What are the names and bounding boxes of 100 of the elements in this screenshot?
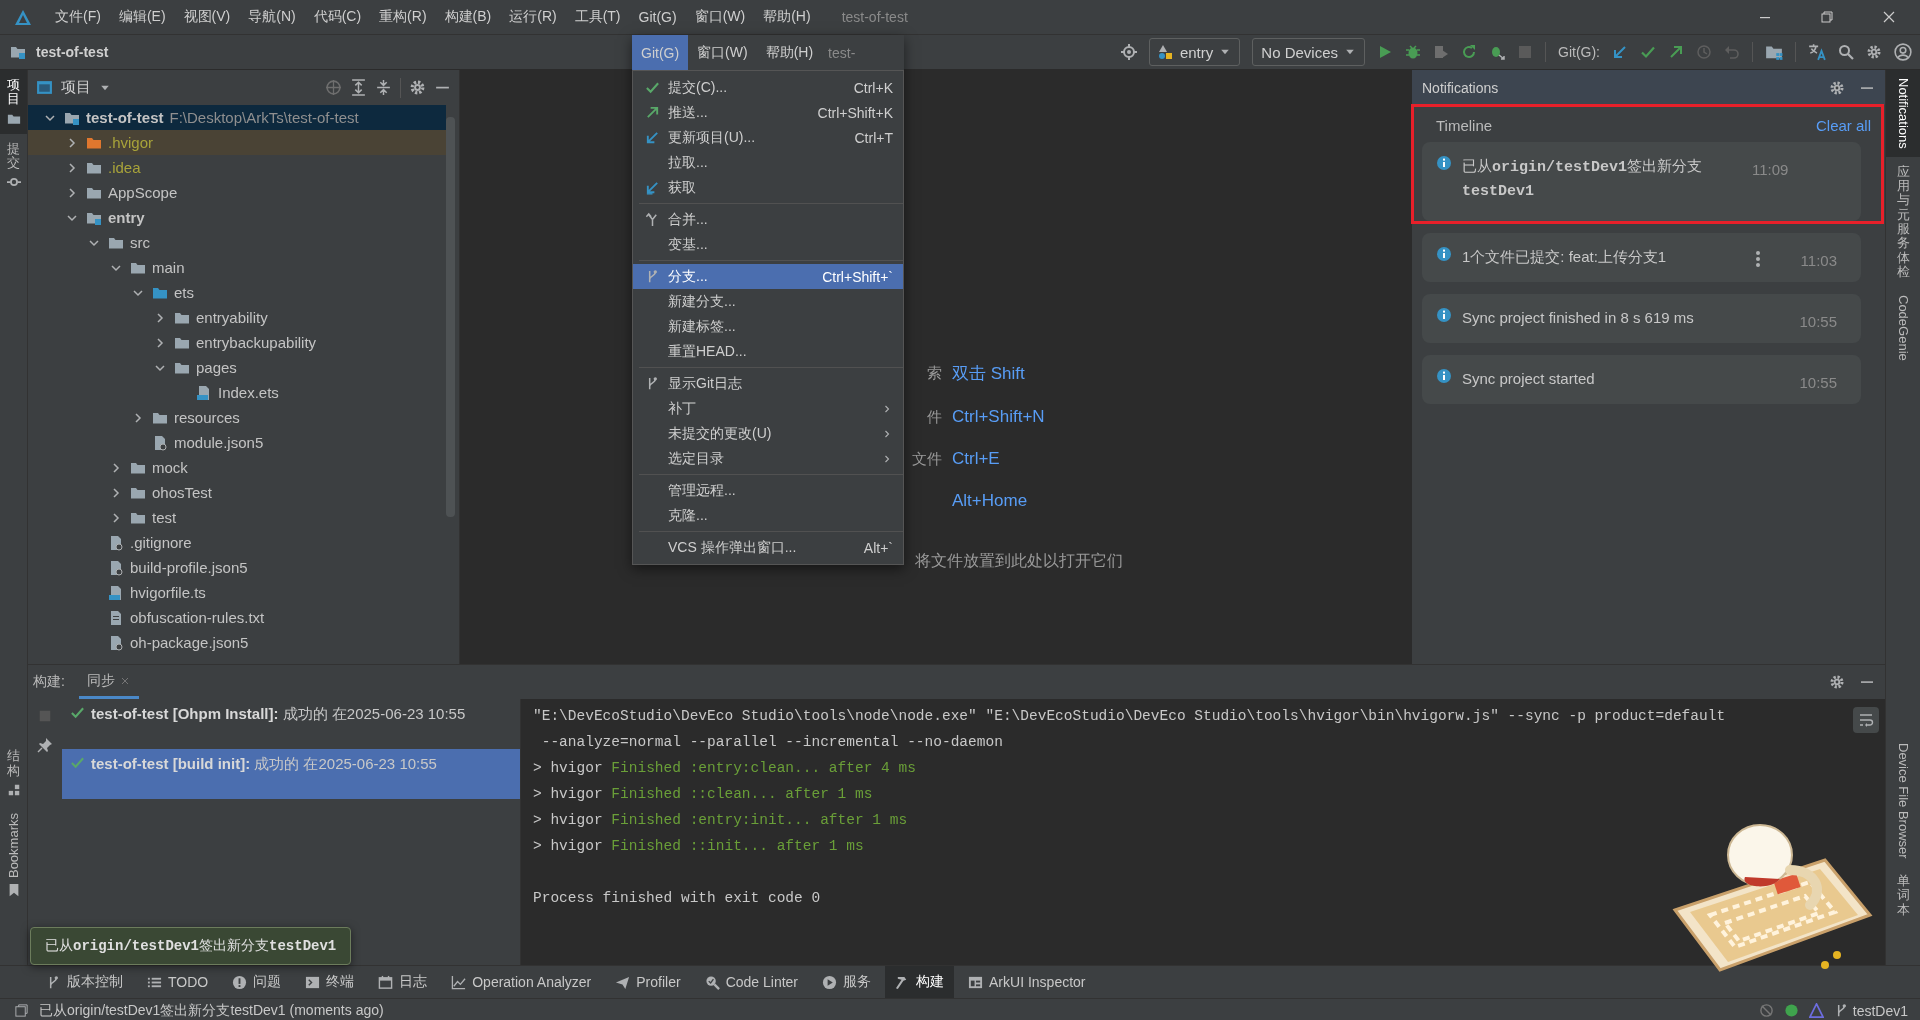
menu-item[interactable]: 推送... Ctrl+Shift+K: [633, 100, 903, 125]
tree-item[interactable]: src: [28, 230, 446, 255]
tree-item[interactable]: obfuscation-rules.txt: [28, 605, 446, 630]
menu-item[interactable]: 文件(F): [46, 8, 110, 26]
menu-item[interactable]: 提交(C)... Ctrl+K: [633, 75, 903, 100]
tree-item[interactable]: main: [28, 255, 446, 280]
soft-wrap-button[interactable]: [1853, 707, 1879, 734]
tool-window-tab[interactable]: Code Linter: [694, 966, 809, 998]
settings-icon[interactable]: [1829, 79, 1845, 96]
tool-window-tab[interactable]: Operation Analyzer: [441, 966, 602, 998]
settings-icon[interactable]: [409, 79, 426, 96]
tree-item[interactable]: test-of-test F:\Desktop\ArkTs\test-of-test: [28, 105, 446, 130]
tree-item[interactable]: mock: [28, 455, 446, 480]
bug-icon[interactable]: [1489, 44, 1505, 60]
menu-item[interactable]: 窗口(W): [685, 8, 755, 26]
menu-item[interactable]: 导航(N): [239, 8, 305, 26]
menu-item[interactable]: 代码(C): [304, 8, 371, 26]
status-dot-icon[interactable]: [1783, 1003, 1799, 1018]
tool-window-tab[interactable]: 提交: [0, 133, 27, 198]
notification-card[interactable]: 已从origin/testDev1签出新分支testDev1 11:09: [1422, 142, 1861, 221]
tool-window-tab[interactable]: 服务: [812, 966, 882, 998]
tree-item[interactable]: ohosTest: [28, 480, 446, 505]
menu-item[interactable]: 工具(T): [565, 8, 630, 26]
tool-window-tab[interactable]: Profiler: [605, 966, 691, 998]
expand-all-icon[interactable]: [350, 79, 367, 96]
tree-item[interactable]: hvigorfile.ts: [28, 580, 446, 605]
status-message[interactable]: 已从origin/testDev1签出新分支testDev1 (moments ago): [39, 1001, 384, 1020]
tree-item[interactable]: .gitignore: [28, 530, 446, 555]
branch-widget[interactable]: testDev1: [1833, 1002, 1908, 1019]
run-icon[interactable]: [1377, 44, 1393, 60]
check-icon[interactable]: [1640, 44, 1656, 60]
menu-item[interactable]: 补丁: [633, 396, 903, 421]
device-dropdown[interactable]: No Devices: [1252, 38, 1365, 66]
menu-item[interactable]: 克隆...: [633, 503, 903, 528]
bug-icon[interactable]: [1405, 44, 1421, 60]
menu-item[interactable]: Git(G): [629, 9, 686, 25]
notification-card[interactable]: 1个文件已提交: feat:上传分支1 11:03: [1422, 232, 1861, 282]
menu-item[interactable]: 帮助(H): [754, 8, 820, 26]
collapse-all-icon[interactable]: [375, 79, 392, 96]
tree-item[interactable]: build-profile.json5: [28, 555, 446, 580]
more-icon[interactable]: [1754, 249, 1761, 268]
menu-item[interactable]: 管理远程...: [633, 478, 903, 503]
tool-window-tab[interactable]: TODO: [137, 966, 219, 998]
tool-window-tab[interactable]: 问题: [222, 966, 292, 998]
tool-window-tab[interactable]: Device File Browser: [1886, 734, 1920, 867]
tool-window-tab[interactable]: ArkUI Inspector: [958, 966, 1096, 998]
menu-item[interactable]: 拉取...: [633, 150, 903, 175]
window-icon[interactable]: [14, 1003, 29, 1018]
menu-item[interactable]: 帮助(H): [756, 35, 823, 70]
tree-item[interactable]: pages: [28, 355, 446, 380]
tool-window-tab[interactable]: Notifications: [1886, 70, 1920, 157]
locate-icon[interactable]: [1120, 44, 1137, 60]
arrow-icon[interactable]: [1612, 44, 1628, 60]
menu-item[interactable]: 变基...: [633, 232, 903, 257]
menu-item[interactable]: 分支... Ctrl+Shift+`: [633, 264, 903, 289]
build-run[interactable]: test-of-test [Ohpm Install]: 成功的 在2025-06-23 10:55: [62, 699, 520, 750]
tree-item[interactable]: module.json5: [28, 430, 446, 455]
menu-item[interactable]: 窗口(W): [688, 35, 757, 70]
menu-item[interactable]: 构建(B): [435, 8, 501, 26]
tree-item[interactable]: .idea: [28, 155, 446, 180]
arrow-icon[interactable]: [1668, 44, 1684, 60]
tree-item[interactable]: entrybackupability: [28, 330, 446, 355]
tool-window-tab[interactable]: 日志: [368, 966, 438, 998]
tool-window-tab[interactable]: Bookmarks: [0, 804, 27, 905]
tree-item[interactable]: AppScope: [28, 180, 446, 205]
menu-item[interactable]: 新建分支...: [633, 289, 903, 314]
translate-icon[interactable]: [1808, 43, 1826, 61]
menu-item[interactable]: 更新项目(U)... Ctrl+T: [633, 125, 903, 150]
tree-item[interactable]: entry: [28, 205, 446, 230]
menu-item[interactable]: 编辑(E): [109, 8, 175, 26]
menu-item[interactable]: 未提交的更改(U): [633, 421, 903, 446]
tree-item[interactable]: resources: [28, 405, 446, 430]
tree-item[interactable]: oh-package.json5: [28, 630, 446, 655]
menu-item[interactable]: 运行(R): [500, 8, 566, 26]
pin-icon[interactable]: [37, 737, 53, 754]
menu-item[interactable]: 重置HEAD...: [633, 339, 903, 364]
clear-all-link[interactable]: Clear all: [1815, 117, 1871, 134]
tree-item[interactable]: test: [28, 505, 446, 530]
account-icon[interactable]: [1894, 43, 1912, 61]
tool-window-tab[interactable]: 构建: [885, 966, 955, 998]
settings-icon[interactable]: [1829, 674, 1845, 691]
run-config-dropdown[interactable]: entry: [1148, 38, 1241, 66]
menu-item[interactable]: 显示Git日志: [633, 371, 903, 396]
tool-window-tab[interactable]: 版本控制: [36, 966, 133, 998]
settings-icon[interactable]: [1866, 44, 1882, 60]
panel-title[interactable]: 项目: [61, 78, 91, 97]
tool-window-tab[interactable]: CodeGenie: [1886, 287, 1920, 369]
folder-grid-icon[interactable]: [1765, 43, 1783, 61]
tree-item[interactable]: entryability: [28, 305, 446, 330]
build-run[interactable]: test-of-test [build init]: 成功的 在2025-06-23 10:55: [62, 749, 520, 800]
close-icon[interactable]: [1881, 9, 1897, 25]
tree-item[interactable]: ets: [28, 280, 446, 305]
tool-window-tab[interactable]: 单词本: [1886, 866, 1920, 925]
menu-item[interactable]: 获取: [633, 175, 903, 200]
project-name[interactable]: test-of-test: [36, 44, 109, 60]
reload-icon[interactable]: [1461, 44, 1477, 60]
tool-window-tab[interactable]: 结构: [0, 741, 27, 805]
notification-card[interactable]: Sync project finished in 8 s 619 ms 10:55: [1422, 293, 1861, 343]
search-icon[interactable]: [1838, 44, 1854, 60]
menu-item[interactable]: 重构(R): [370, 8, 436, 26]
